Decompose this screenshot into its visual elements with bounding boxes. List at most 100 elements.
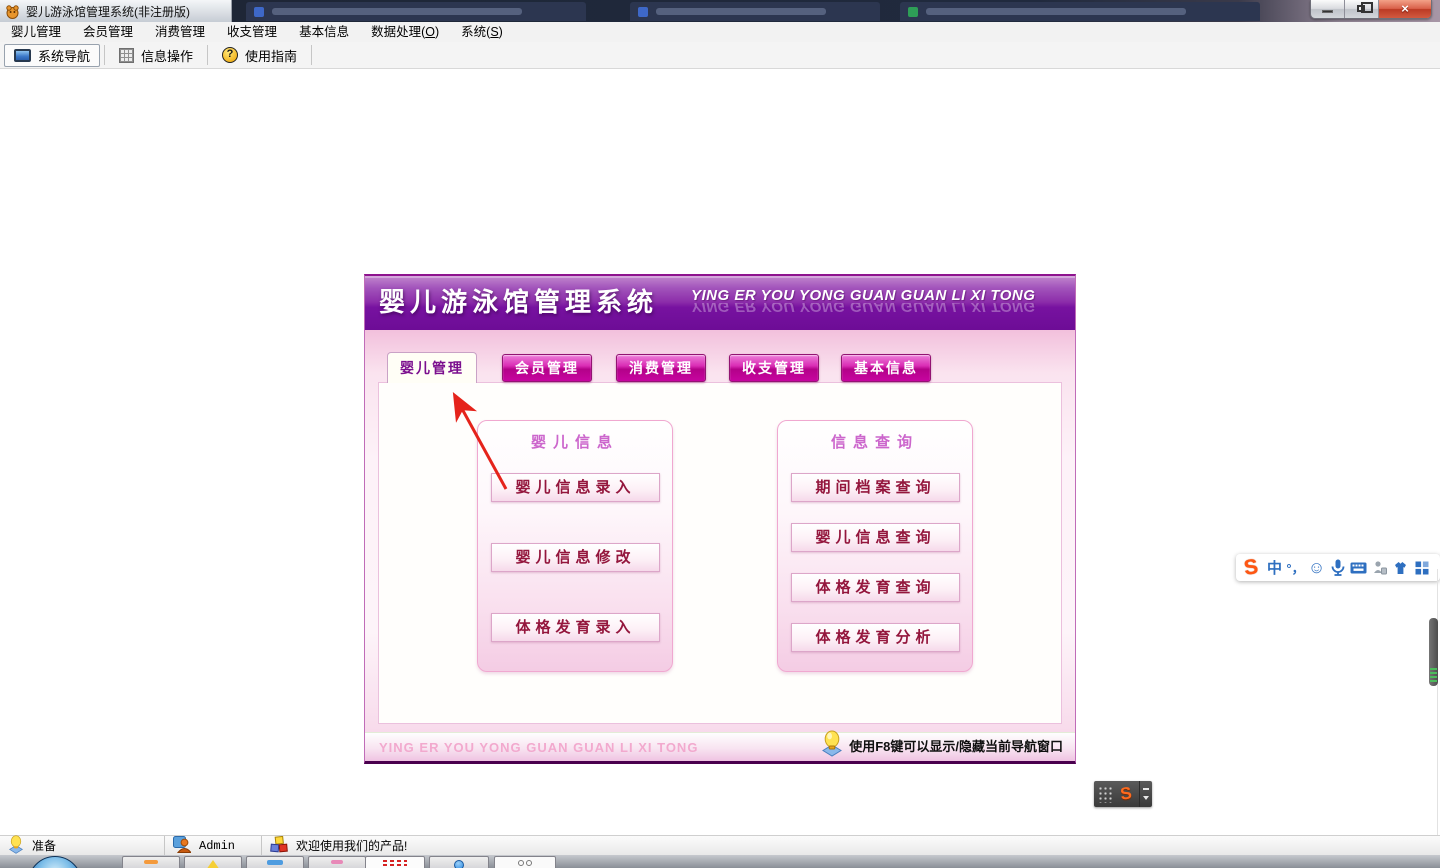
- background-tab-icon: [908, 6, 918, 17]
- toolbox-icon[interactable]: [1411, 556, 1432, 580]
- user-guide-label: 使用指南: [245, 48, 298, 64]
- user-icon: [173, 835, 193, 856]
- titlebar: 婴儿游泳馆管理系统(非注册版) ×: [0, 0, 1440, 22]
- system-nav-button[interactable]: 系统导航: [4, 43, 101, 67]
- tab-finance-management[interactable]: 收支管理: [729, 354, 819, 382]
- taskbar-app-icon: [454, 860, 464, 868]
- background-tab-icon: [254, 6, 264, 17]
- taskbar-button[interactable]: [308, 856, 366, 868]
- punctuation-icon[interactable]: °，: [1285, 556, 1306, 580]
- sogou-logo-icon[interactable]: S: [1236, 553, 1265, 581]
- taskbar-button[interactable]: [184, 856, 242, 868]
- input-method-toolbar: S 中 °， ☺: [1236, 554, 1440, 581]
- restore-button[interactable]: [1345, 0, 1379, 18]
- taskbar-app-icon: [206, 860, 220, 868]
- taskbar-button[interactable]: [429, 856, 489, 868]
- minimize-icon: [1322, 10, 1333, 13]
- tab-baby-management[interactable]: 婴儿管理: [387, 352, 477, 383]
- microphone-icon[interactable]: [1327, 556, 1348, 580]
- language-bar-controls: [1139, 781, 1152, 807]
- growth-query-button[interactable]: 体格发育查询: [791, 573, 960, 602]
- window-title: 婴儿游泳馆管理系统(非注册版): [26, 4, 190, 19]
- keyboard-icon[interactable]: [1348, 556, 1369, 580]
- period-archive-query-button[interactable]: 期间档案查询: [791, 473, 960, 502]
- chinese-mode-icon[interactable]: 中: [1264, 556, 1285, 580]
- taskbar-button-active[interactable]: [365, 856, 425, 868]
- taskbar-app-icon: [518, 860, 532, 866]
- background-tab-icon: [638, 6, 648, 17]
- status-user-text: Admin: [199, 838, 236, 853]
- status-ready-section: 准备: [0, 834, 165, 857]
- screen-icon: [14, 48, 31, 62]
- tab-consume-management[interactable]: 消费管理: [616, 354, 706, 382]
- lightbulb-icon: [821, 730, 843, 762]
- background-window-tab: [900, 2, 1260, 21]
- skin-icon[interactable]: [1390, 556, 1411, 580]
- window-controls: ×: [1310, 0, 1432, 19]
- drag-handle-icon[interactable]: [1098, 785, 1113, 803]
- background-window-tab: [630, 2, 880, 21]
- status-welcome-text: 欢迎使用我们的产品!: [296, 839, 408, 853]
- background-window-tab: [246, 2, 586, 21]
- growth-analysis-button[interactable]: 体格发育分析: [791, 623, 960, 652]
- sogou-logo-icon[interactable]: S: [1112, 782, 1141, 805]
- tab-member-management[interactable]: 会员管理: [502, 354, 592, 382]
- group-title: 信息查询: [830, 434, 919, 451]
- chevron-down-icon[interactable]: [1143, 796, 1149, 801]
- menu-basic-info[interactable]: 基本信息: [288, 22, 360, 42]
- help-icon: [222, 47, 239, 63]
- footer-tagline: YING ER YOU YONG GUAN GUAN LI XI TONG: [379, 740, 699, 755]
- menu-data-processing[interactable]: 数据处理(O): [360, 22, 450, 42]
- panel-title: 婴儿游泳馆管理系统: [379, 287, 659, 317]
- system-nav-label: 系统导航: [38, 48, 91, 64]
- menu-system[interactable]: 系统(S): [450, 22, 514, 42]
- taskbar-button[interactable]: [122, 856, 180, 868]
- group-info-query: 信息查询 期间档案查询 婴儿信息查询 体格发育查询 体格发育分析: [777, 420, 973, 672]
- menu-baby-management[interactable]: 婴儿管理: [0, 22, 72, 42]
- edge-divider: [1437, 569, 1438, 868]
- taskbar-button[interactable]: [246, 856, 304, 868]
- baby-info-modify-button[interactable]: 婴儿信息修改: [491, 543, 660, 572]
- panel-body: 婴儿管理 会员管理 消费管理 收支管理 基本信息 婴儿信息 婴儿信息录入 婴儿信…: [365, 330, 1075, 761]
- status-bar: 准备 Admin 欢迎使用我们的产品!: [0, 834, 1440, 857]
- close-button[interactable]: ×: [1379, 0, 1431, 18]
- application-window: 婴儿游泳馆管理系统(非注册版) × 婴儿管理 会员管理 消费管理 收支管理 基本…: [0, 0, 1440, 868]
- info-operation-button[interactable]: 信息操作: [109, 44, 203, 67]
- f8-hint-text: 使用F8键可以显示/隐藏当前导航窗口: [849, 739, 1063, 754]
- taskbar-button[interactable]: [494, 856, 556, 868]
- app-icon: [5, 4, 20, 19]
- lightbulb-icon: [8, 834, 24, 857]
- status-user-section: Admin: [165, 835, 262, 856]
- language-bar-minimized: S: [1094, 781, 1152, 807]
- cubes-icon: [270, 835, 288, 856]
- menu-finance-management[interactable]: 收支管理: [216, 22, 288, 42]
- grid-icon: [119, 47, 135, 63]
- menu-bar: 婴儿管理 会员管理 消费管理 收支管理 基本信息 数据处理(O) 系统(S): [0, 22, 1440, 42]
- toolbar-separator: [311, 45, 313, 65]
- growth-entry-button[interactable]: 体格发育录入: [491, 613, 660, 642]
- info-operation-label: 信息操作: [141, 48, 194, 64]
- navigation-panel: 婴儿游泳馆管理系统 YING ER YOU YONG GUAN GUAN LI …: [364, 274, 1076, 764]
- panel-footer: YING ER YOU YONG GUAN GUAN LI XI TONG 使用…: [365, 730, 1075, 762]
- handwriting-icon[interactable]: [1369, 556, 1390, 580]
- start-button[interactable]: [28, 856, 82, 868]
- minimize-icon[interactable]: [1143, 787, 1149, 790]
- panel-tagline-reflection: YING ER YOU YONG GUAN GUAN LI XI TONG: [691, 303, 1036, 315]
- menu-member-management[interactable]: 会员管理: [72, 22, 144, 42]
- baby-info-entry-button[interactable]: 婴儿信息录入: [491, 473, 660, 502]
- tab-basic-info[interactable]: 基本信息: [841, 354, 931, 382]
- panel-tagline: YING ER YOU YONG GUAN GUAN LI XI TONG YI…: [691, 287, 1067, 315]
- minimize-button[interactable]: [1311, 0, 1345, 18]
- group-title: 婴儿信息: [530, 434, 619, 451]
- docked-sidebar-handle[interactable]: [1429, 618, 1438, 686]
- panel-header: 婴儿游泳馆管理系统 YING ER YOU YONG GUAN GUAN LI …: [365, 276, 1075, 330]
- toolbar-separator: [104, 45, 106, 65]
- close-icon: ×: [1401, 1, 1409, 16]
- status-welcome-section: 欢迎使用我们的产品!: [262, 835, 562, 856]
- emoji-icon[interactable]: ☺: [1306, 556, 1327, 580]
- menu-consume-management[interactable]: 消费管理: [144, 22, 216, 42]
- user-guide-button[interactable]: 使用指南: [212, 44, 307, 67]
- workspace: 婴儿游泳馆管理系统 YING ER YOU YONG GUAN GUAN LI …: [0, 69, 1440, 868]
- toolbar: 系统导航 信息操作 使用指南: [0, 42, 1440, 69]
- baby-info-query-button[interactable]: 婴儿信息查询: [791, 523, 960, 552]
